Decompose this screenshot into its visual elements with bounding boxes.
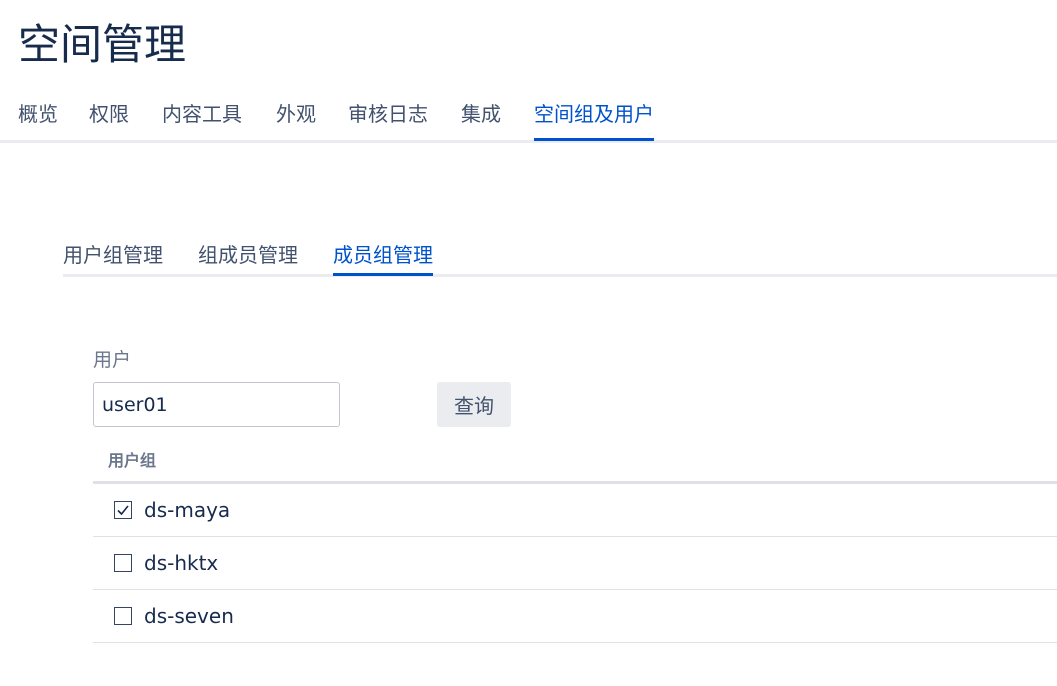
main-tabs: 概览 权限 内容工具 外观 审核日志 集成 空间组及用户 bbox=[0, 96, 1057, 143]
tab-overview[interactable]: 概览 bbox=[18, 96, 58, 140]
group-checkbox[interactable] bbox=[114, 554, 132, 572]
tab-permissions[interactable]: 权限 bbox=[89, 96, 129, 140]
tab-space-groups-users[interactable]: 空间组及用户 bbox=[534, 96, 654, 141]
user-field-label: 用户 bbox=[93, 349, 132, 371]
table-header-group: 用户组 bbox=[93, 441, 1057, 484]
page-title: 空间管理 bbox=[18, 20, 187, 69]
subtab-member-group-management[interactable]: 成员组管理 bbox=[333, 238, 433, 276]
group-checkbox[interactable] bbox=[114, 607, 132, 625]
table-row: ds-hktx bbox=[93, 537, 1057, 590]
tab-audit-log[interactable]: 审核日志 bbox=[348, 96, 428, 140]
group-name: ds-hktx bbox=[144, 551, 219, 575]
tab-content-tools[interactable]: 内容工具 bbox=[162, 96, 242, 140]
group-name: ds-seven bbox=[144, 604, 234, 628]
user-input[interactable] bbox=[93, 382, 340, 427]
check-icon bbox=[117, 505, 129, 516]
query-button[interactable]: 查询 bbox=[437, 382, 511, 427]
tab-integrations[interactable]: 集成 bbox=[461, 96, 501, 140]
table-row: ds-seven bbox=[93, 590, 1057, 643]
group-checkbox[interactable] bbox=[114, 501, 132, 519]
group-name: ds-maya bbox=[144, 498, 231, 522]
table-row: ds-maya bbox=[93, 484, 1057, 537]
tab-appearance[interactable]: 外观 bbox=[276, 96, 316, 140]
subtab-group-member-management[interactable]: 组成员管理 bbox=[198, 238, 298, 274]
sub-tabs: 用户组管理 组成员管理 成员组管理 bbox=[63, 238, 1057, 277]
group-table: 用户组 ds-maya ds-hktx ds-seven bbox=[93, 441, 1057, 643]
subtab-group-management[interactable]: 用户组管理 bbox=[63, 238, 163, 274]
